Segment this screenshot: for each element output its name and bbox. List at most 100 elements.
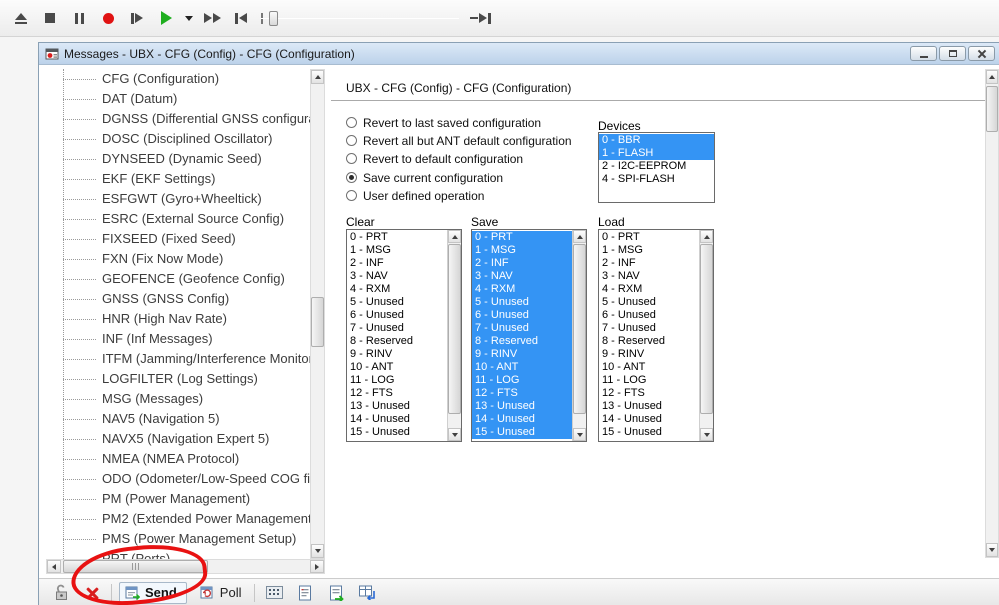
scrollbar-thumb[interactable] — [311, 297, 324, 347]
radio-revert-last-saved[interactable]: Revert to last saved configuration — [346, 115, 541, 130]
send-button[interactable]: Send — [119, 582, 187, 604]
tree-horizontal-scrollbar[interactable] — [46, 559, 325, 574]
save-list-item[interactable]: 11 - LOG — [472, 374, 572, 387]
clear-list-item[interactable]: 7 - Unused — [347, 322, 447, 335]
clear-list-item[interactable]: 4 - RXM — [347, 283, 447, 296]
tree-item[interactable]: LOGFILTER (Log Settings) — [46, 369, 310, 389]
save-list-item[interactable]: 13 - Unused — [472, 400, 572, 413]
save-list-item[interactable]: 6 - Unused — [472, 309, 572, 322]
tree-item[interactable]: EKF (EKF Settings) — [46, 169, 310, 189]
record-button[interactable] — [95, 6, 121, 31]
scroll-down-button[interactable] — [448, 428, 461, 441]
tree-item[interactable]: PMS (Power Management Setup) — [46, 529, 310, 549]
tree-item[interactable]: ODO (Odometer/Low-Speed COG filter) — [46, 469, 310, 489]
load-list-item[interactable]: 6 - Unused — [599, 309, 699, 322]
scrollbar-thumb[interactable] — [986, 86, 998, 132]
scroll-down-button[interactable] — [311, 544, 324, 558]
tree-item[interactable]: PM (Power Management) — [46, 489, 310, 509]
step-forward-button[interactable] — [124, 6, 150, 31]
skip-to-end-button[interactable] — [467, 6, 493, 31]
tree-item[interactable]: ESRC (External Source Config) — [46, 209, 310, 229]
save-list-item[interactable]: 12 - FTS — [472, 387, 572, 400]
scroll-up-button[interactable] — [573, 230, 586, 243]
load-list-item[interactable]: 5 - Unused — [599, 296, 699, 309]
tree-item[interactable]: FIXSEED (Fixed Seed) — [46, 229, 310, 249]
play-options-button[interactable] — [182, 6, 196, 31]
eject-button[interactable] — [8, 6, 34, 31]
scroll-down-button[interactable] — [700, 428, 713, 441]
scroll-up-button[interactable] — [448, 230, 461, 243]
play-button[interactable] — [153, 6, 179, 31]
save-list-item[interactable]: 8 - Reserved — [472, 335, 572, 348]
tree-item[interactable]: ITFM (Jamming/Interference Monitor) — [46, 349, 310, 369]
tree-item[interactable]: HNR (High Nav Rate) — [46, 309, 310, 329]
load-list-item[interactable]: 10 - ANT — [599, 361, 699, 374]
clear-list-scrollbar[interactable] — [447, 230, 461, 441]
load-list-item[interactable]: 4 - RXM — [599, 283, 699, 296]
load-list-item[interactable]: 7 - Unused — [599, 322, 699, 335]
load-list-item[interactable]: 11 - LOG — [599, 374, 699, 387]
scrollbar-thumb[interactable] — [63, 560, 208, 573]
clear-list-item[interactable]: 14 - Unused — [347, 413, 447, 426]
clear-list-item[interactable]: 3 - NAV — [347, 270, 447, 283]
clear-list-item[interactable]: 15 - Unused — [347, 426, 447, 439]
clear-list-item[interactable]: 9 - RINV — [347, 348, 447, 361]
scroll-up-button[interactable] — [311, 70, 324, 84]
device-list-item[interactable]: 4 - SPI-FLASH — [599, 173, 714, 186]
panel-vertical-scrollbar[interactable] — [985, 69, 999, 558]
device-list-item[interactable]: 1 - FLASH — [599, 147, 714, 160]
save-list-scrollbar[interactable] — [572, 230, 586, 441]
save-list-item[interactable]: 10 - ANT — [472, 361, 572, 374]
load-list-item[interactable]: 9 - RINV — [599, 348, 699, 361]
load-list-scrollbar[interactable] — [699, 230, 713, 441]
load-list-item[interactable]: 8 - Reserved — [599, 335, 699, 348]
device-list-item[interactable]: 2 - I2C-EEPROM — [599, 160, 714, 173]
tree-item[interactable]: PM2 (Extended Power Management) — [46, 509, 310, 529]
save-list-item[interactable]: 4 - RXM — [472, 283, 572, 296]
clear-list-item[interactable]: 2 - INF — [347, 257, 447, 270]
radio-revert-default[interactable]: Revert to default configuration — [346, 151, 523, 166]
scroll-up-button[interactable] — [700, 230, 713, 243]
clear-list-item[interactable]: 10 - ANT — [347, 361, 447, 374]
titlebar[interactable]: Messages - UBX - CFG (Config) - CFG (Con… — [39, 43, 999, 65]
clear-list-item[interactable]: 0 - PRT — [347, 231, 447, 244]
tree-item[interactable]: ESFGWT (Gyro+Wheeltick) — [46, 189, 310, 209]
save-list-item[interactable]: 5 - Unused — [472, 296, 572, 309]
tree-item[interactable]: NAV5 (Navigation 5) — [46, 409, 310, 429]
document-export-button[interactable] — [324, 581, 348, 605]
tree-item[interactable]: NAVX5 (Navigation Expert 5) — [46, 429, 310, 449]
load-list-item[interactable]: 15 - Unused — [599, 426, 699, 439]
save-list-item[interactable]: 7 - Unused — [472, 322, 572, 335]
radio-save-current-configuration[interactable]: Save current configuration — [346, 170, 503, 185]
load-list-item[interactable]: 13 - Unused — [599, 400, 699, 413]
skip-to-start-button[interactable] — [228, 6, 254, 31]
close-button[interactable] — [968, 46, 995, 61]
unlock-button[interactable] — [49, 581, 73, 605]
scroll-up-button[interactable] — [986, 70, 998, 84]
tree-item[interactable]: DAT (Datum) — [46, 89, 310, 109]
scroll-left-button[interactable] — [47, 560, 61, 573]
grid-dots-button[interactable] — [262, 581, 286, 605]
load-list-item[interactable]: 2 - INF — [599, 257, 699, 270]
load-list-item[interactable]: 14 - Unused — [599, 413, 699, 426]
clear-list-item[interactable]: 11 - LOG — [347, 374, 447, 387]
save-list-item[interactable]: 1 - MSG — [472, 244, 572, 257]
tree-vertical-scrollbar[interactable] — [310, 69, 325, 559]
slider-handle[interactable] — [269, 11, 278, 26]
document-lines-button[interactable] — [293, 581, 317, 605]
scroll-right-button[interactable] — [310, 560, 324, 573]
tree-item[interactable]: DOSC (Disciplined Oscillator) — [46, 129, 310, 149]
load-list-item[interactable]: 3 - NAV — [599, 270, 699, 283]
save-list-item[interactable]: 15 - Unused — [472, 426, 572, 439]
tree-item[interactable]: CFG (Configuration) — [46, 69, 310, 89]
radio-revert-all-but-ant[interactable]: Revert all but ANT default configuration — [346, 133, 572, 148]
clear-list-item[interactable]: 8 - Reserved — [347, 335, 447, 348]
minimize-button[interactable] — [910, 46, 937, 61]
clear-list-item[interactable]: 1 - MSG — [347, 244, 447, 257]
scroll-down-button[interactable] — [573, 428, 586, 441]
load-list-item[interactable]: 0 - PRT — [599, 231, 699, 244]
playback-slider[interactable] — [261, 6, 459, 31]
tree-item[interactable]: DYNSEED (Dynamic Seed) — [46, 149, 310, 169]
clear-messages-button[interactable] — [80, 581, 104, 605]
tree-item[interactable]: MSG (Messages) — [46, 389, 310, 409]
